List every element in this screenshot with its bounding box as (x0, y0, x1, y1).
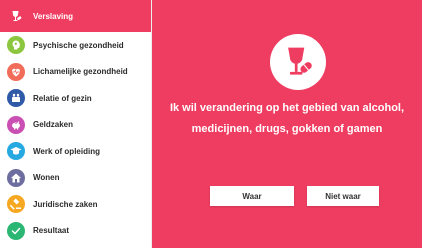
sidebar-item-verslaving[interactable]: Verslaving (0, 0, 151, 32)
sidebar-item-resultaat[interactable]: Resultaat (0, 218, 151, 245)
sidebar-item-label: Resultaat (33, 226, 70, 236)
sidebar-item-label: Juridische zaken (33, 199, 98, 209)
checkmark-icon (7, 221, 25, 240)
app: Verslaving Psychische gezondheid Lichame… (0, 0, 422, 248)
question-text: Ik wil verandering op het gebied van alc… (169, 102, 405, 135)
sidebar-item-label: Werk of opleiding (33, 146, 100, 156)
heartbeat-icon (7, 62, 25, 81)
sidebar: Verslaving Psychische gezondheid Lichame… (0, 0, 152, 248)
sidebar-item-label: Lichamelijke gezondheid (33, 67, 128, 77)
head-brain-icon (7, 36, 25, 55)
sidebar-item-psychische-gezondheid[interactable]: Psychische gezondheid (0, 32, 151, 59)
sidebar-item-label: Relatie of gezin (33, 93, 92, 103)
sidebar-item-juridische-zaken[interactable]: Juridische zaken (0, 191, 151, 218)
sidebar-item-label: Psychische gezondheid (33, 40, 124, 50)
family-icon (7, 89, 25, 108)
sidebar-item-wonen[interactable]: Wonen (0, 165, 151, 192)
sidebar-item-relatie-of-gezin[interactable]: Relatie of gezin (0, 85, 151, 112)
wine-glass-pill-icon (270, 34, 326, 90)
sidebar-item-label: Wonen (33, 173, 60, 183)
sidebar-item-werk-of-opleiding[interactable]: Werk of opleiding (0, 138, 151, 165)
not-true-button[interactable]: Niet waar (307, 186, 379, 206)
house-icon (7, 168, 25, 187)
question-panel: Ik wil verandering op het gebied van alc… (152, 0, 422, 248)
wine-glass-pill-icon (7, 7, 25, 25)
sidebar-item-label: Geldzaken (33, 120, 74, 130)
gavel-icon (7, 195, 25, 214)
piggy-bank-icon (7, 115, 25, 134)
graduation-cap-icon (7, 142, 25, 161)
true-button[interactable]: Waar (210, 186, 294, 206)
sidebar-item-label: Verslaving (33, 11, 74, 21)
sidebar-item-lichamelijke-gezondheid[interactable]: Lichamelijke gezondheid (0, 59, 151, 86)
sidebar-item-geldzaken[interactable]: Geldzaken (0, 112, 151, 139)
